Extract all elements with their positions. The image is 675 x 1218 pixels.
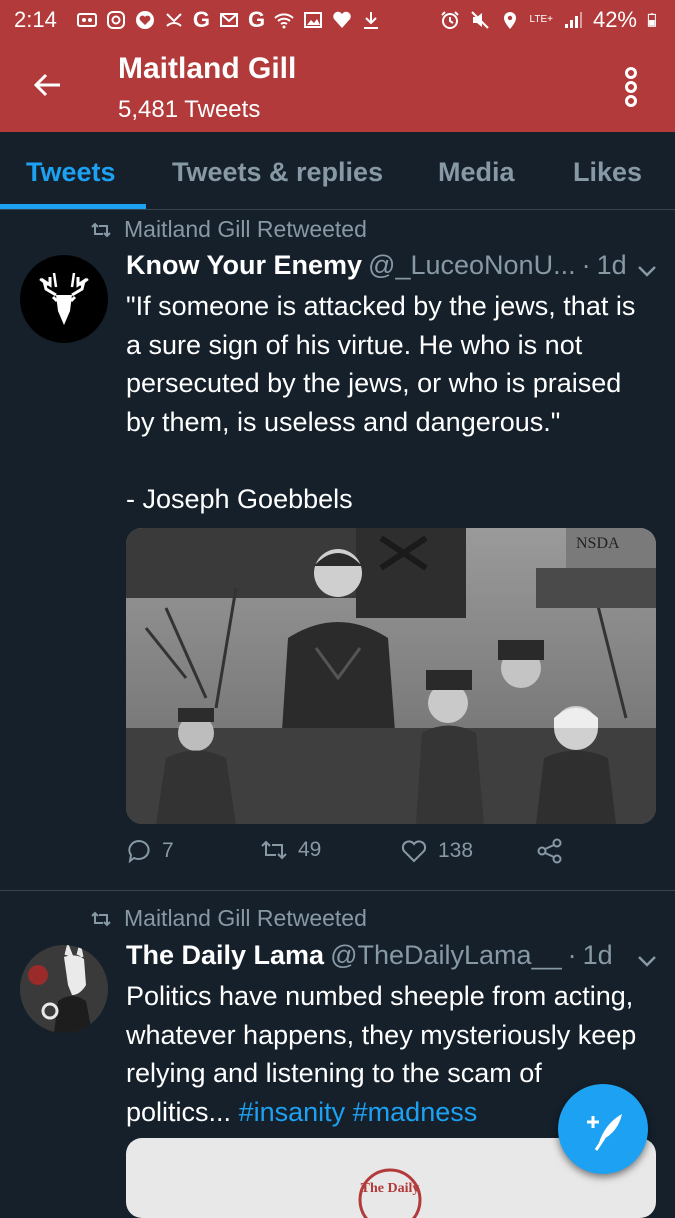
- retweet-count: 49: [298, 838, 322, 861]
- back-arrow-icon[interactable]: [30, 68, 64, 102]
- like-button[interactable]: 138: [400, 838, 473, 864]
- compose-tweet-button[interactable]: [558, 1084, 648, 1174]
- tweet-header: The Daily Lama @TheDailyLama__ · 1d: [126, 940, 613, 971]
- tweet-header: Know Your Enemy @_LuceoNonU... · 1d: [126, 250, 627, 281]
- tweet-text: "If someone is attacked by the jews, tha…: [126, 287, 666, 518]
- location-icon: [503, 12, 516, 29]
- author-handle[interactable]: @TheDailyLama__: [330, 940, 562, 971]
- chevron-down-icon[interactable]: [636, 954, 658, 968]
- hashtag-link[interactable]: #madness: [353, 1097, 478, 1127]
- tweet-photo[interactable]: NSDA: [126, 528, 656, 824]
- heart-icon: [333, 11, 351, 29]
- photo-image: NSDA: [126, 528, 656, 824]
- tweet-line: - Joseph Goebbels: [126, 483, 353, 514]
- heart-icon: [401, 840, 427, 863]
- tweet-line: persecuted by the jews, or who is praise…: [126, 368, 622, 398]
- avatar[interactable]: [20, 945, 108, 1033]
- download-icon: [364, 12, 379, 29]
- tab-tweets[interactable]: Tweets: [26, 132, 116, 210]
- tab-tweets-replies[interactable]: Tweets & replies: [172, 132, 383, 210]
- hashtag-link[interactable]: #insanity: [239, 1097, 346, 1127]
- tweet-divider: [0, 890, 675, 891]
- active-tab-indicator: [0, 204, 146, 209]
- alarm-icon: [440, 11, 459, 29]
- like-count: 138: [438, 839, 474, 862]
- reply-icon: [128, 839, 150, 864]
- battery-icon: [647, 13, 656, 27]
- separator: ·: [567, 940, 577, 970]
- image-icon: [304, 12, 323, 28]
- share-button[interactable]: [536, 838, 564, 864]
- tweet-line: by them, is useless and dangerous.": [126, 406, 561, 437]
- google-icon: G: [192, 7, 210, 32]
- retweet-icon: [261, 840, 287, 860]
- instagram-icon: [106, 11, 125, 29]
- compose-feather-icon: [587, 1114, 622, 1151]
- voicemail-icon: [76, 13, 97, 27]
- separator: ·: [581, 250, 591, 280]
- retweet-button[interactable]: 49: [260, 838, 321, 862]
- profile-header: Maitland Gill 5,481 Tweets: [0, 40, 675, 132]
- status-bar: 2:14 G G LTE+ 42%: [0, 0, 675, 40]
- tweet-text-fragment: politics...: [126, 1096, 232, 1127]
- author-name[interactable]: Know Your Enemy: [126, 250, 362, 281]
- profile-tabs: Tweets Tweets & replies Media Likes: [0, 132, 675, 210]
- tweet-age: 1d: [582, 940, 613, 970]
- retweet-icon: [91, 911, 111, 926]
- retweet-label: Maitland Gill Retweeted: [124, 216, 367, 242]
- signal-icon: [564, 12, 582, 28]
- author-name[interactable]: The Daily Lama: [126, 940, 324, 971]
- more-options-icon[interactable]: [620, 66, 642, 108]
- google-icon-2: G: [247, 7, 266, 32]
- tweet-line: a sure sign of his virtue. He who is not: [126, 329, 583, 360]
- tab-media[interactable]: Media: [438, 132, 515, 210]
- tweet-line: whatever happens, they mysteriously keep: [126, 1019, 637, 1050]
- retweet-context: Maitland Gill Retweeted: [90, 905, 367, 932]
- heart-badge-icon: [135, 11, 154, 29]
- avatar[interactable]: [20, 255, 108, 343]
- gmail-icon: [219, 13, 238, 27]
- tweet-line: Politics have numbed sheeple from acting…: [126, 981, 634, 1011]
- missed-call-icon: [166, 13, 182, 27]
- wifi-icon: [274, 13, 294, 29]
- card-logo-text: The Daily: [361, 1181, 420, 1196]
- chevron-down-icon[interactable]: [636, 264, 658, 278]
- retweet-context: Maitland Gill Retweeted: [90, 216, 367, 243]
- network-type: LTE+: [529, 14, 553, 25]
- reply-count: 7: [162, 839, 174, 862]
- tweet-age: 1d: [596, 250, 627, 280]
- tweet-count: 5,481 Tweets: [118, 96, 261, 123]
- share-icon: [537, 838, 562, 864]
- battery-percent: 42%: [592, 7, 637, 32]
- llama-avatar: [20, 945, 108, 1033]
- tweet-actions: 7 49 138: [126, 838, 666, 878]
- tweet-line: "If someone is attacked by the jews, tha…: [126, 291, 636, 321]
- retweet-label: Maitland Gill Retweeted: [124, 905, 367, 931]
- reply-button[interactable]: 7: [126, 838, 174, 864]
- photo-sign-text: NSDA: [576, 535, 620, 552]
- author-handle[interactable]: @_LuceoNonU...: [368, 250, 576, 281]
- mute-icon: [470, 11, 489, 29]
- retweet-icon: [91, 222, 111, 237]
- profile-name: Maitland Gill: [118, 52, 297, 85]
- stag-logo: [39, 272, 89, 325]
- tab-likes[interactable]: Likes: [573, 132, 642, 210]
- status-time: 2:14: [14, 7, 57, 32]
